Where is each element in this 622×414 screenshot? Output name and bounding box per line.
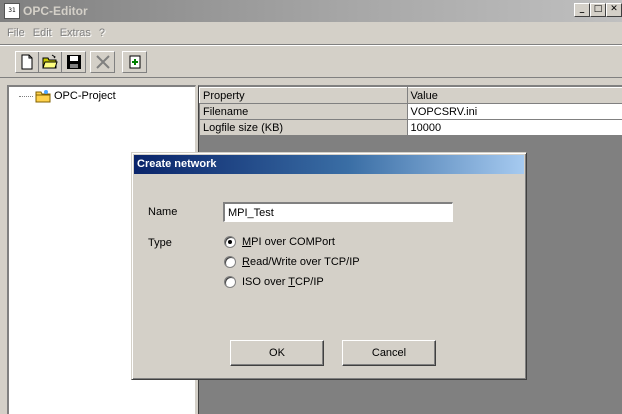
create-network-dialog: Create network Name Type MPI over COMPor… xyxy=(131,152,527,380)
name-label: Name xyxy=(148,206,178,218)
radio-label: ISO over TCP/IP xyxy=(242,276,324,288)
radio-label: Read/Write over TCP/IP xyxy=(242,256,360,268)
radio-label: MPI over COMPort xyxy=(242,236,335,248)
save-button[interactable] xyxy=(62,52,85,72)
close-button[interactable]: ✕ xyxy=(606,3,622,17)
minimize-button[interactable]: _ xyxy=(574,3,590,17)
property-value-logfile-size[interactable]: 10000 xyxy=(406,119,622,136)
properties-table: Property Value Filename VOPCSRV.ini Logf… xyxy=(199,87,622,136)
property-name-filename: Filename xyxy=(199,103,408,120)
ok-button[interactable]: OK xyxy=(230,340,324,366)
open-folder-icon xyxy=(42,54,58,69)
title-bar[interactable]: 31 OPC-Editor _ □ ✕ xyxy=(0,0,622,22)
radio-button-checked[interactable] xyxy=(224,236,236,248)
property-name-logfile-size: Logfile size (KB) xyxy=(199,119,408,136)
radio-iso-over-tcpip[interactable]: ISO over TCP/IP xyxy=(224,276,324,288)
type-label: Type xyxy=(148,237,172,249)
window-controls: _ □ ✕ xyxy=(574,3,622,17)
new-file-icon xyxy=(21,54,33,70)
export-button[interactable] xyxy=(123,52,146,72)
new-file-button[interactable] xyxy=(16,52,39,72)
window-title: OPC-Editor xyxy=(23,4,88,18)
table-row[interactable]: Filename VOPCSRV.ini xyxy=(199,103,622,120)
project-folder-icon xyxy=(35,90,51,103)
radio-button[interactable] xyxy=(224,276,236,288)
menu-file[interactable]: File xyxy=(3,27,29,39)
export-icon xyxy=(129,55,140,69)
radio-button[interactable] xyxy=(224,256,236,268)
grid-header-row: Property Value xyxy=(199,87,622,104)
network-name-input[interactable] xyxy=(223,202,453,222)
tree-connector xyxy=(19,95,33,97)
toolbar-edit-group xyxy=(90,51,115,73)
header-property[interactable]: Property xyxy=(199,87,408,104)
menu-help[interactable]: ? xyxy=(95,27,109,39)
dialog-title[interactable]: Create network xyxy=(134,155,524,174)
opc-editor-window: 31 OPC-Editor _ □ ✕ File Edit Extras ? O… xyxy=(0,0,622,414)
delete-button[interactable] xyxy=(91,52,114,72)
radio-mpi-over-comport[interactable]: MPI over COMPort xyxy=(224,236,335,248)
save-icon xyxy=(66,55,81,69)
menu-extras[interactable]: Extras xyxy=(56,27,95,39)
header-value[interactable]: Value xyxy=(406,87,622,104)
open-button[interactable] xyxy=(39,52,62,72)
menu-edit[interactable]: Edit xyxy=(29,27,56,39)
tree-node-opc-project[interactable]: OPC-Project xyxy=(19,89,116,103)
toolbar xyxy=(0,44,622,78)
cancel-button[interactable]: Cancel xyxy=(342,340,436,366)
property-value-filename[interactable]: VOPCSRV.ini xyxy=(406,103,622,120)
app-icon: 31 xyxy=(4,3,20,19)
tree-node-label: OPC-Project xyxy=(54,90,116,102)
toolbar-export-group xyxy=(122,51,147,73)
delete-icon xyxy=(95,55,110,69)
toolbar-file-group xyxy=(15,51,86,73)
menu-bar: File Edit Extras ? xyxy=(0,23,109,43)
table-row[interactable]: Logfile size (KB) 10000 xyxy=(199,119,622,136)
radio-read-write-over-tcpip[interactable]: Read/Write over TCP/IP xyxy=(224,256,360,268)
maximize-button[interactable]: □ xyxy=(590,3,606,17)
